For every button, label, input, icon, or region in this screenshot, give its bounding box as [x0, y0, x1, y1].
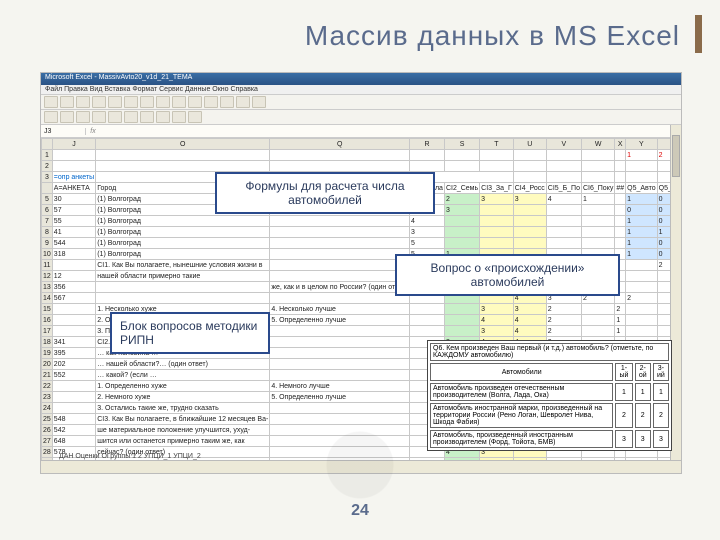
status-bar [41, 460, 681, 473]
q6-text: Q6. Кем произведен Ваш первый (и т.д.) а… [430, 343, 669, 361]
page-number: 24 [0, 502, 720, 520]
toolbar-button[interactable] [220, 96, 234, 108]
toolbar-standard [41, 95, 681, 110]
window-titlebar: Microsoft Excel - MassivAvto20_v1d_21_TE… [41, 73, 681, 85]
toolbar-button[interactable] [172, 111, 186, 123]
toolbar-button[interactable] [92, 111, 106, 123]
toolbar-button[interactable] [252, 96, 266, 108]
toolbar-button[interactable] [108, 111, 122, 123]
toolbar-button[interactable] [44, 96, 58, 108]
toolbar-button[interactable] [204, 96, 218, 108]
toolbar-button[interactable] [140, 111, 154, 123]
toolbar-button[interactable] [124, 96, 138, 108]
callout-origin-question: Вопрос о «происхождении» автомобилей [395, 254, 620, 296]
name-box[interactable]: J3 [41, 128, 86, 135]
sheet-tabs[interactable]: ДАН Оценки ОГруппы 1 2 УПЦИ_1 УПЦИ_2 [59, 453, 201, 460]
callout-formulas: Формулы для расчета числа автомобилей [215, 172, 435, 214]
slide-title: Массив данных в MS Excel [305, 20, 680, 52]
callout-ripn-block: Блок вопросов методики РИПН [110, 312, 270, 354]
toolbar-button[interactable] [172, 96, 186, 108]
toolbar-button[interactable] [76, 96, 90, 108]
toolbar-button[interactable] [124, 111, 138, 123]
toolbar-button[interactable] [156, 96, 170, 108]
menu-bar[interactable]: Файл Правка Вид Вставка Формат Сервис Да… [41, 85, 681, 95]
fx-icon[interactable]: fx [86, 128, 100, 135]
question-q6-table: Q6. Кем произведен Ваш первый (и т.д.) а… [427, 340, 672, 451]
toolbar-button[interactable] [76, 111, 90, 123]
toolbar-button[interactable] [140, 96, 154, 108]
toolbar-button[interactable] [188, 111, 202, 123]
slide: Массив данных в MS Excel Microsoft Excel… [0, 0, 720, 540]
toolbar-button[interactable] [236, 96, 250, 108]
accent-bar [695, 15, 702, 53]
toolbar-button[interactable] [108, 96, 122, 108]
toolbar-button[interactable] [60, 111, 74, 123]
toolbar-button[interactable] [188, 96, 202, 108]
toolbar-button[interactable] [156, 111, 170, 123]
scroll-thumb[interactable] [672, 135, 680, 177]
toolbar-button[interactable] [92, 96, 106, 108]
toolbar-button[interactable] [44, 111, 58, 123]
toolbar-button[interactable] [60, 96, 74, 108]
formula-bar: J3 fx [41, 125, 681, 138]
toolbar-formatting [41, 110, 681, 125]
